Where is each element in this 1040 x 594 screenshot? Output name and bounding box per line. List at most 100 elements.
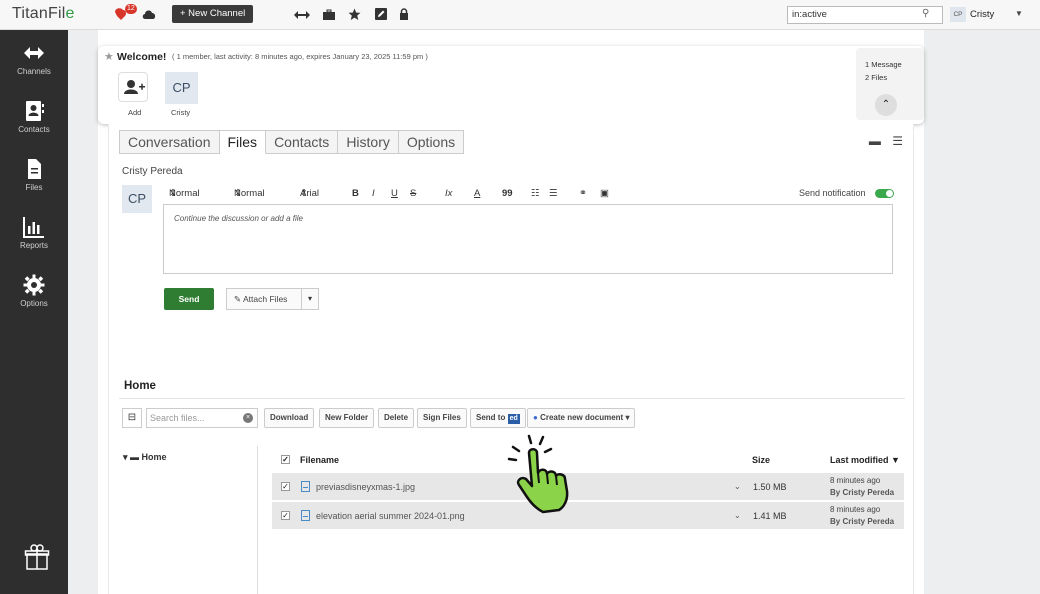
text-size-value: Normal <box>234 188 265 199</box>
strikethrough-button[interactable]: S <box>410 188 416 199</box>
search-icon[interactable]: ⚲ <box>922 8 929 19</box>
add-member-label: Add <box>128 108 142 117</box>
collapse-chevron-up-icon[interactable]: ⌃ <box>875 94 897 116</box>
tab-conversation[interactable]: Conversation <box>119 130 220 154</box>
delete-button[interactable]: Delete <box>378 408 415 428</box>
bullet-list-icon[interactable]: ☰ <box>549 188 558 199</box>
sidebar-item-label: Contacts <box>18 125 50 134</box>
quote-button[interactable]: 99 <box>502 188 513 199</box>
send-button[interactable]: Send <box>164 288 214 310</box>
briefcase-icon[interactable]: ▬ <box>869 134 881 148</box>
sidebar-item-options[interactable]: Options <box>0 266 68 322</box>
folder-tree-toggle-icon[interactable]: ⊟ <box>122 408 142 428</box>
send-notification-toggle[interactable] <box>875 189 894 198</box>
new-folder-button[interactable]: New Folder <box>319 408 375 428</box>
add-user-icon <box>124 80 145 94</box>
gift-icon[interactable] <box>24 544 50 570</box>
file-modified-time: 8 minutes ago <box>830 505 881 514</box>
tab-history[interactable]: History <box>338 130 399 154</box>
logo-accent: e <box>65 5 75 22</box>
file-name[interactable]: elevation aerial summer 2024-01.png <box>316 511 465 521</box>
message-editor[interactable]: Continue the discussion or add a file <box>163 204 893 274</box>
sidebar-item-channels[interactable]: Channels <box>0 34 68 90</box>
sidebar-item-files[interactable]: Files <box>0 150 68 206</box>
chevron-down-icon[interactable]: ⌄ <box>734 511 741 520</box>
user-name[interactable]: Cristy <box>970 9 994 20</box>
send-to-button[interactable]: Send to ed <box>470 408 526 428</box>
tree-item-label: Home <box>141 452 167 462</box>
clear-search-icon[interactable]: × <box>243 413 253 423</box>
clear-format-button[interactable]: Ix <box>445 188 452 199</box>
select-all-checkbox[interactable]: ✓ <box>281 455 290 464</box>
send-to-app-icon: ed <box>507 414 520 424</box>
tab-contacts[interactable]: Contacts <box>266 130 339 154</box>
lock-icon[interactable] <box>399 8 409 20</box>
transfer-arrows-icon[interactable] <box>293 9 311 21</box>
google-drive-icon: ● <box>533 413 538 422</box>
cloud-icon[interactable] <box>142 9 156 20</box>
tree-divider <box>257 446 258 594</box>
font-select[interactable]: Arial ⇕ <box>300 188 319 199</box>
text-size-select[interactable]: Normal ⇕ <box>234 188 265 199</box>
column-header-filename[interactable]: Filename <box>300 455 339 465</box>
paragraph-style-select[interactable]: Normal ⇕ <box>169 188 200 199</box>
channel-tabs: Conversation Files Contacts History Opti… <box>119 130 465 154</box>
star-icon[interactable]: ★ <box>104 50 114 63</box>
logo-text: TitanFil <box>12 5 66 22</box>
file-modified-by: By Cristy Pereda <box>830 517 895 526</box>
send-to-label: Send to <box>476 413 506 422</box>
chevron-down-icon[interactable]: ▼ <box>1015 9 1023 18</box>
link-icon[interactable]: ⚭ <box>579 188 587 199</box>
download-button[interactable]: Download <box>264 408 315 428</box>
tab-toolbar: ▬ ☰ <box>869 134 903 148</box>
tab-files[interactable]: Files <box>219 130 267 154</box>
user-avatar[interactable]: CP <box>950 7 966 22</box>
chevron-down-icon[interactable]: ⌄ <box>734 482 741 491</box>
column-header-modified[interactable]: Last modified ▼ <box>830 455 900 465</box>
menu-icon[interactable]: ☰ <box>892 134 903 148</box>
sidebar-item-label: Options <box>20 299 48 308</box>
sign-files-button[interactable]: Sign Files <box>417 408 467 428</box>
composer-avatar: CP <box>122 185 152 213</box>
file-search-input[interactable]: Search files... <box>146 408 258 428</box>
new-channel-button[interactable]: + New Channel <box>172 5 254 23</box>
font-value: Arial <box>300 188 320 199</box>
sidebar-item-contacts[interactable]: Contacts <box>0 92 68 148</box>
italic-button[interactable]: I <box>372 188 375 199</box>
paragraph-style-value: Normal <box>169 188 200 199</box>
file-icon <box>301 510 310 521</box>
ordered-list-icon[interactable]: ☷ <box>531 188 540 199</box>
briefcase-icon[interactable] <box>322 9 336 21</box>
channel-content: Conversation Files Contacts History Opti… <box>108 124 914 594</box>
file-name[interactable]: previasdisneyxmas-1.jpg <box>316 482 415 492</box>
channel-meta: ( 1 member, last activity: 8 minutes ago… <box>172 52 428 61</box>
chart-icon <box>23 217 44 238</box>
notification-badge: 12 <box>125 4 137 14</box>
tree-item-home[interactable]: ▾ ▬ Home <box>123 452 167 463</box>
member-avatar[interactable]: CP <box>165 72 198 104</box>
bold-button[interactable]: B <box>352 188 359 199</box>
create-document-button[interactable]: ● Create new document ▾ <box>527 408 636 428</box>
row-checkbox[interactable]: ✓ <box>281 511 290 520</box>
sidebar-item-reports[interactable]: Reports <box>0 208 68 264</box>
send-notification-label: Send notification <box>799 188 866 198</box>
star-icon[interactable] <box>348 8 361 21</box>
underline-button[interactable]: U <box>391 188 398 199</box>
column-header-size[interactable]: Size <box>752 455 770 465</box>
image-icon[interactable]: ▣ <box>600 188 609 199</box>
font-color-button[interactable]: A <box>474 188 480 199</box>
row-checkbox[interactable]: ✓ <box>281 482 290 491</box>
edit-icon[interactable] <box>375 8 387 20</box>
tab-options[interactable]: Options <box>398 130 465 154</box>
channel-search-input[interactable]: in:active <box>787 6 943 24</box>
sidebar-item-label: Reports <box>19 241 48 250</box>
attach-files-button[interactable]: ✎ Attach Files <box>226 288 304 310</box>
sidebar-item-label: Channels <box>17 67 51 76</box>
add-member-button[interactable] <box>118 72 148 102</box>
composer-author: Cristy Pereda <box>122 166 183 177</box>
file-count: 2 Files <box>865 73 888 82</box>
file-table-header: ✓ Filename Size Last modified ▼ <box>274 454 904 470</box>
app-logo[interactable]: TitanFile <box>12 5 75 23</box>
attach-dropdown-button[interactable]: ▾ <box>301 288 319 310</box>
channel-title: Welcome! <box>117 51 167 63</box>
